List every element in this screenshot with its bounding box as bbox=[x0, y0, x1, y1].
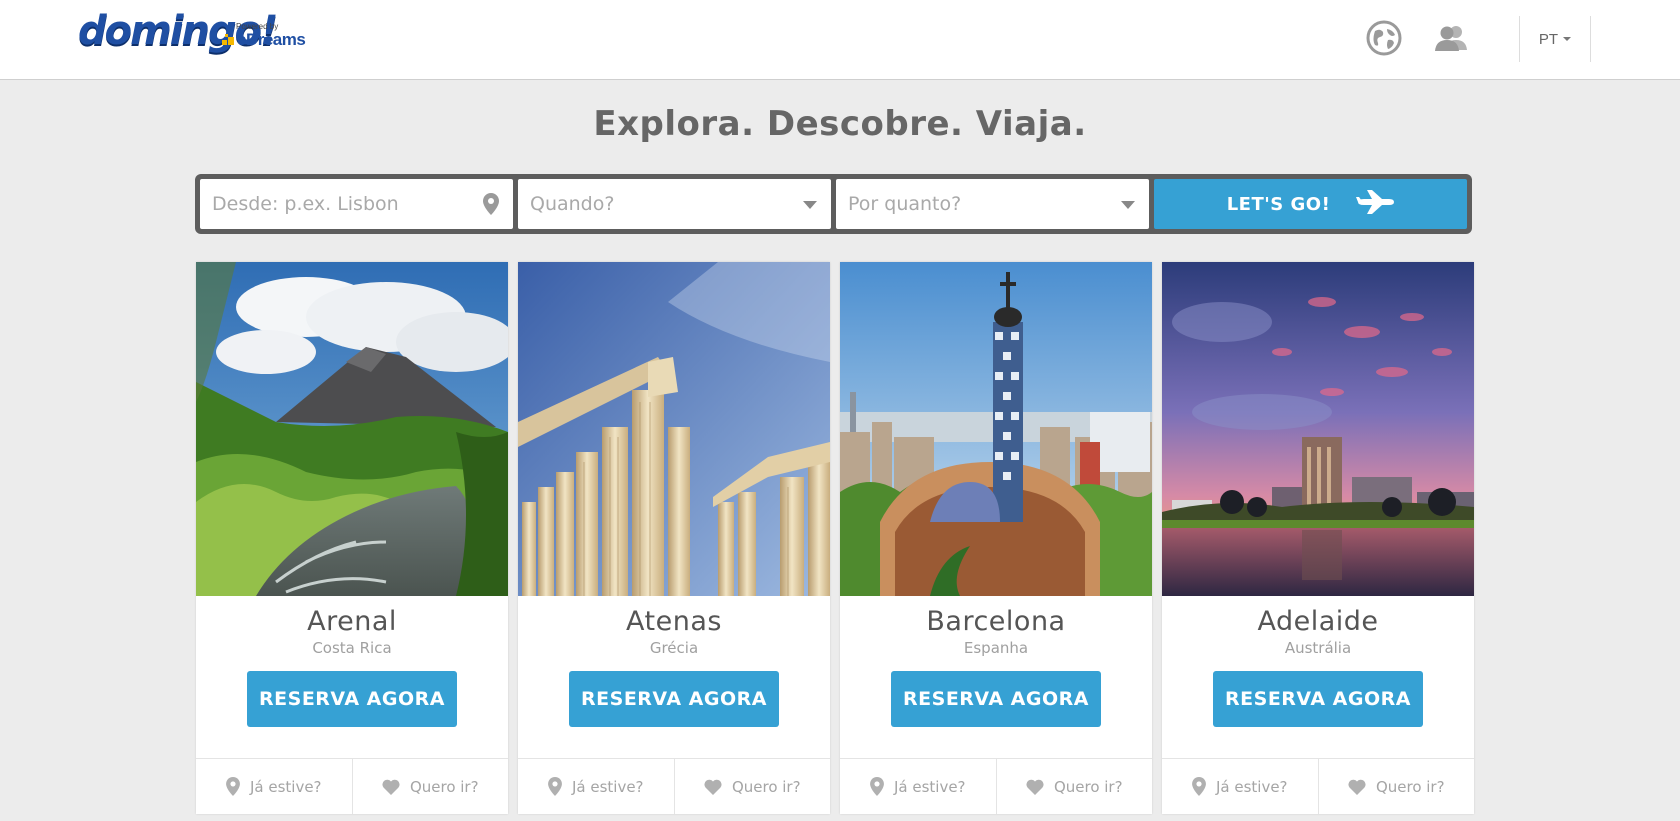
destination-country: Costa Rica bbox=[312, 639, 392, 657]
card-actions: Já estive? Quero ir? bbox=[196, 758, 508, 814]
been-there-button[interactable]: Já estive? bbox=[1162, 759, 1318, 814]
lets-go-label: LET'S GO! bbox=[1226, 193, 1331, 215]
location-pin-icon bbox=[226, 777, 240, 796]
search-bar: Quando? Por quanto? LET'S GO! bbox=[195, 174, 1472, 234]
been-there-label: Já estive? bbox=[1215, 777, 1288, 796]
heart-icon bbox=[1348, 779, 1366, 795]
been-there-button[interactable]: Já estive? bbox=[196, 759, 352, 814]
card-actions: Já estive? Quero ir? bbox=[840, 758, 1152, 814]
destination-country: Espanha bbox=[963, 639, 1029, 657]
book-now-button[interactable]: RESERVA AGORA bbox=[891, 671, 1101, 727]
want-to-go-label: Quero ir? bbox=[409, 777, 479, 796]
language-label: PT bbox=[1538, 30, 1559, 48]
been-there-button[interactable]: Já estive? bbox=[840, 759, 996, 814]
want-to-go-label: Quero ir? bbox=[1053, 777, 1123, 796]
budget-dropdown[interactable]: Por quanto? bbox=[836, 179, 1149, 229]
destination-photo[interactable] bbox=[196, 262, 508, 596]
been-there-label: Já estive? bbox=[571, 777, 644, 796]
chevron-down-icon bbox=[1563, 37, 1572, 41]
heart-icon bbox=[1026, 779, 1044, 795]
want-to-go-label: Quero ir? bbox=[731, 777, 801, 796]
location-pin-icon bbox=[1192, 777, 1206, 796]
destination-city: Adelaide bbox=[1257, 606, 1379, 637]
want-to-go-label: Quero ir? bbox=[1375, 777, 1445, 796]
heart-icon bbox=[704, 779, 722, 795]
destination-card: Atenas Grécia RESERVA AGORA Já estive? Q… bbox=[518, 262, 830, 814]
been-there-label: Já estive? bbox=[249, 777, 322, 796]
language-selector[interactable]: PT bbox=[1519, 16, 1591, 62]
destination-card: Adelaide Austrália RESERVA AGORA Já esti… bbox=[1162, 262, 1474, 814]
destination-country: Grécia bbox=[649, 639, 699, 657]
globe-icon[interactable] bbox=[1366, 20, 1402, 56]
heart-icon bbox=[382, 779, 400, 795]
location-pin-icon bbox=[870, 777, 884, 796]
chevron-down-icon bbox=[1121, 201, 1135, 209]
been-there-label: Já estive? bbox=[893, 777, 966, 796]
want-to-go-button[interactable]: Quero ir? bbox=[1317, 759, 1475, 814]
destination-country: Austrália bbox=[1284, 639, 1352, 657]
edreams-logo: eDreams bbox=[222, 30, 306, 50]
been-there-button[interactable]: Já estive? bbox=[518, 759, 674, 814]
users-icon[interactable] bbox=[1432, 20, 1470, 56]
want-to-go-button[interactable]: Quero ir? bbox=[673, 759, 831, 814]
destination-city: Arenal bbox=[307, 606, 397, 637]
book-now-button[interactable]: RESERVA AGORA bbox=[247, 671, 457, 727]
when-placeholder: Quando? bbox=[530, 193, 615, 215]
destination-photo[interactable] bbox=[840, 262, 1152, 596]
when-dropdown[interactable]: Quando? bbox=[518, 179, 831, 229]
chevron-down-icon bbox=[803, 201, 817, 209]
plane-icon bbox=[1356, 189, 1395, 219]
origin-input[interactable] bbox=[212, 193, 472, 215]
edreams-mark-icon bbox=[222, 34, 234, 46]
destination-card: Barcelona Espanha RESERVA AGORA Já estiv… bbox=[840, 262, 1152, 814]
want-to-go-button[interactable]: Quero ir? bbox=[351, 759, 509, 814]
destination-card: Arenal Costa Rica RESERVA AGORA Já estiv… bbox=[196, 262, 508, 814]
origin-field[interactable] bbox=[200, 179, 513, 229]
top-header: domingo! Powered by eDreams PT bbox=[0, 0, 1680, 80]
card-actions: Já estive? Quero ir? bbox=[518, 758, 830, 814]
location-pin-icon bbox=[483, 193, 499, 220]
destination-city: Atenas bbox=[626, 606, 722, 637]
want-to-go-button[interactable]: Quero ir? bbox=[995, 759, 1153, 814]
destination-photo[interactable] bbox=[518, 262, 830, 596]
destination-city: Barcelona bbox=[926, 606, 1066, 637]
budget-placeholder: Por quanto? bbox=[848, 193, 962, 215]
card-actions: Já estive? Quero ir? bbox=[1162, 758, 1474, 814]
book-now-button[interactable]: RESERVA AGORA bbox=[1213, 671, 1423, 727]
page-title: Explora. Descobre. Viaja. bbox=[593, 104, 1087, 144]
location-pin-icon bbox=[548, 777, 562, 796]
destination-photo[interactable] bbox=[1162, 262, 1474, 596]
book-now-button[interactable]: RESERVA AGORA bbox=[569, 671, 779, 727]
lets-go-button[interactable]: LET'S GO! bbox=[1154, 179, 1467, 229]
edreams-wordmark: eDreams bbox=[237, 30, 306, 49]
